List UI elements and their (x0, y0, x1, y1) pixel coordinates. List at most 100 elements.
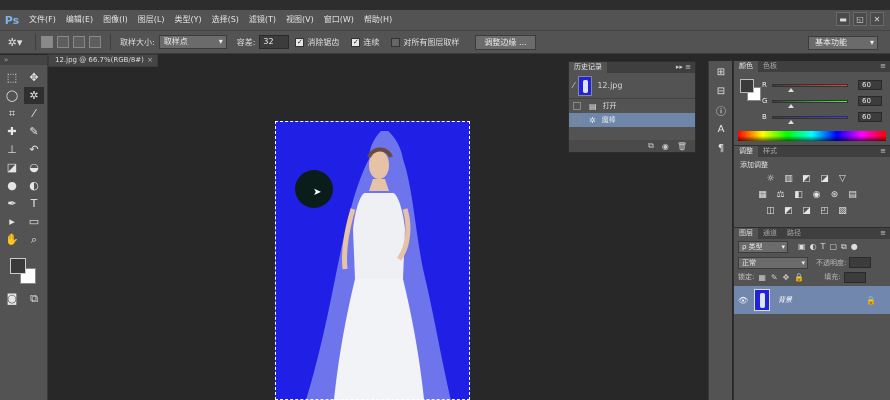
history-snapshot[interactable]: ⁄ 12.jpg (569, 73, 695, 99)
pixel-filter-icon[interactable]: ▣ (798, 242, 806, 252)
restore-button[interactable]: ◱ (853, 12, 867, 26)
menu-image[interactable]: 图像(I) (98, 10, 133, 30)
document-tab[interactable]: 12.jpg @ 66.7%(RGB/8#) × (48, 54, 158, 67)
invert-icon[interactable]: ◫ (764, 205, 777, 217)
path-select-tool-icon[interactable]: ▸ (2, 213, 22, 230)
blend-mode-select[interactable]: 正常 (738, 256, 808, 269)
posterize-icon[interactable]: ◩ (782, 205, 795, 217)
brush-tool-icon[interactable]: ✎ (24, 123, 44, 140)
workspace-select[interactable]: 基本功能 (808, 36, 878, 50)
panel-menu-icon[interactable]: ≡ (880, 61, 886, 72)
green-slider[interactable] (772, 99, 848, 108)
history-row-open[interactable]: ▤ 打开 (569, 99, 695, 113)
paint-bucket-tool-icon[interactable]: ◒ (24, 159, 44, 176)
shape-filter-icon[interactable]: ▢ (829, 242, 837, 252)
character-panel-icon[interactable]: A (711, 121, 731, 137)
dodge-tool-icon[interactable]: ◐ (24, 177, 44, 194)
tab-paths[interactable]: 路径 (782, 228, 806, 239)
selective-color-icon[interactable]: ◰ (818, 205, 831, 217)
history-row-magic-wand[interactable]: ✲ 魔棒 (569, 113, 695, 127)
filter-toggle-icon[interactable]: ● (851, 242, 858, 252)
fill-input[interactable] (843, 271, 866, 283)
panel-menu-icon[interactable]: ▸▸ ≡ (676, 62, 691, 73)
delete-state-icon[interactable]: 🗑 (677, 142, 687, 151)
layer-row-background[interactable]: 👁 背景 🔒 (734, 286, 890, 314)
color-foreground-swatch[interactable] (740, 79, 754, 93)
add-selection-button[interactable] (57, 36, 69, 48)
lock-all-icon[interactable]: 🔒 (794, 273, 804, 282)
pen-tool-icon[interactable]: ✒ (2, 195, 22, 212)
lock-image-icon[interactable]: ✎ (771, 273, 778, 282)
menu-layer[interactable]: 图层(L) (133, 10, 170, 30)
type-tool-icon[interactable]: T (24, 195, 44, 212)
contiguous-checkbox[interactable]: ✓ 连续 (351, 37, 379, 48)
history-source-box[interactable] (573, 116, 581, 124)
blue-value[interactable]: 60 (858, 112, 882, 122)
threshold-icon[interactable]: ◪ (800, 205, 813, 217)
opacity-input[interactable] (849, 257, 872, 268)
tab-history[interactable]: 历史记录 (569, 62, 607, 73)
adjustment-filter-icon[interactable]: ◐ (810, 242, 817, 252)
channel-mixer-icon[interactable]: ⊛ (828, 189, 841, 201)
visibility-eye-icon[interactable]: 👁 (738, 296, 752, 305)
sample-all-layers-checkbox[interactable]: 对所有图层取样 (391, 37, 459, 48)
black-white-icon[interactable]: ◧ (792, 189, 805, 201)
slider-thumb[interactable] (787, 103, 794, 108)
color-lookup-icon[interactable]: ▤ (846, 189, 859, 201)
blur-tool-icon[interactable]: ● (2, 177, 22, 194)
magic-wand-icon[interactable]: ✲▾ (0, 33, 30, 51)
marquee-tool-icon[interactable]: ⬚ (2, 69, 22, 86)
foreground-color-swatch[interactable] (10, 258, 26, 274)
tab-swatches[interactable]: 色板 (758, 61, 782, 72)
close-document-icon[interactable]: × (147, 55, 153, 66)
menu-filter[interactable]: 滤镜(T) (244, 10, 281, 30)
tab-styles[interactable]: 样式 (758, 146, 782, 157)
paragraph-panel-icon[interactable]: ¶ (711, 140, 731, 156)
shape-tool-icon[interactable]: ▭ (24, 213, 44, 230)
subtract-selection-button[interactable] (73, 36, 85, 48)
new-selection-button[interactable] (41, 36, 53, 48)
hand-tool-icon[interactable]: ✋ (2, 231, 22, 248)
gradient-map-icon[interactable]: ▧ (836, 205, 849, 217)
menu-window[interactable]: 窗口(W) (319, 10, 359, 30)
color-balance-icon[interactable]: ⚖ (774, 189, 787, 201)
tab-color[interactable]: 颜色 (734, 61, 758, 72)
history-source-box[interactable] (573, 102, 581, 110)
sample-size-select[interactable]: 取样点 (158, 35, 227, 49)
brightness-icon[interactable]: ☼ (764, 173, 777, 185)
tab-channels[interactable]: 通道 (758, 228, 782, 239)
healing-tool-icon[interactable]: ✚ (2, 123, 22, 140)
color-spectrum[interactable] (738, 131, 886, 141)
panel-menu-icon[interactable]: ≡ (880, 146, 886, 157)
menu-help[interactable]: 帮助(H) (359, 10, 397, 30)
exposure-icon[interactable]: ◪ (818, 173, 831, 185)
levels-icon[interactable]: ▥ (782, 173, 795, 185)
panel-menu-icon[interactable]: ≡ (880, 228, 886, 239)
crop-tool-icon[interactable]: ⌗ (2, 105, 22, 122)
lock-position-icon[interactable]: ✥ (783, 273, 790, 282)
info-panel-icon[interactable]: ⓘ (711, 102, 731, 118)
layer-kind-select[interactable]: ρ 类型 (738, 241, 788, 253)
tab-layers[interactable]: 图层 (734, 228, 758, 239)
anti-alias-checkbox[interactable]: ✓ 消除锯齿 (295, 37, 339, 48)
refine-edge-button[interactable]: 调整边缘 ... (475, 34, 536, 50)
menu-file[interactable]: 文件(F) (24, 10, 61, 30)
photo-filter-icon[interactable]: ◉ (810, 189, 823, 201)
history-panel-icon[interactable]: ⊞ (711, 64, 731, 80)
screen-mode-icon[interactable]: ⧉ (24, 290, 44, 307)
eraser-tool-icon[interactable]: ◪ (2, 159, 22, 176)
zoom-tool-icon[interactable]: ⌕ (24, 231, 44, 248)
close-button[interactable]: ✕ (870, 12, 884, 26)
menu-edit[interactable]: 编辑(E) (61, 10, 98, 30)
hue-saturation-icon[interactable]: ▦ (756, 189, 769, 201)
slider-thumb[interactable] (787, 119, 794, 124)
document-image[interactable] (275, 121, 470, 400)
menu-view[interactable]: 视图(V) (281, 10, 319, 30)
menu-type[interactable]: 类型(Y) (169, 10, 206, 30)
green-value[interactable]: 60 (858, 96, 882, 106)
quick-mask-icon[interactable]: ◙ (2, 290, 22, 307)
blue-slider[interactable] (772, 115, 848, 124)
properties-panel-icon[interactable]: ⊟ (711, 83, 731, 99)
red-slider[interactable] (772, 83, 848, 92)
stamp-tool-icon[interactable]: ⊥ (2, 141, 22, 158)
